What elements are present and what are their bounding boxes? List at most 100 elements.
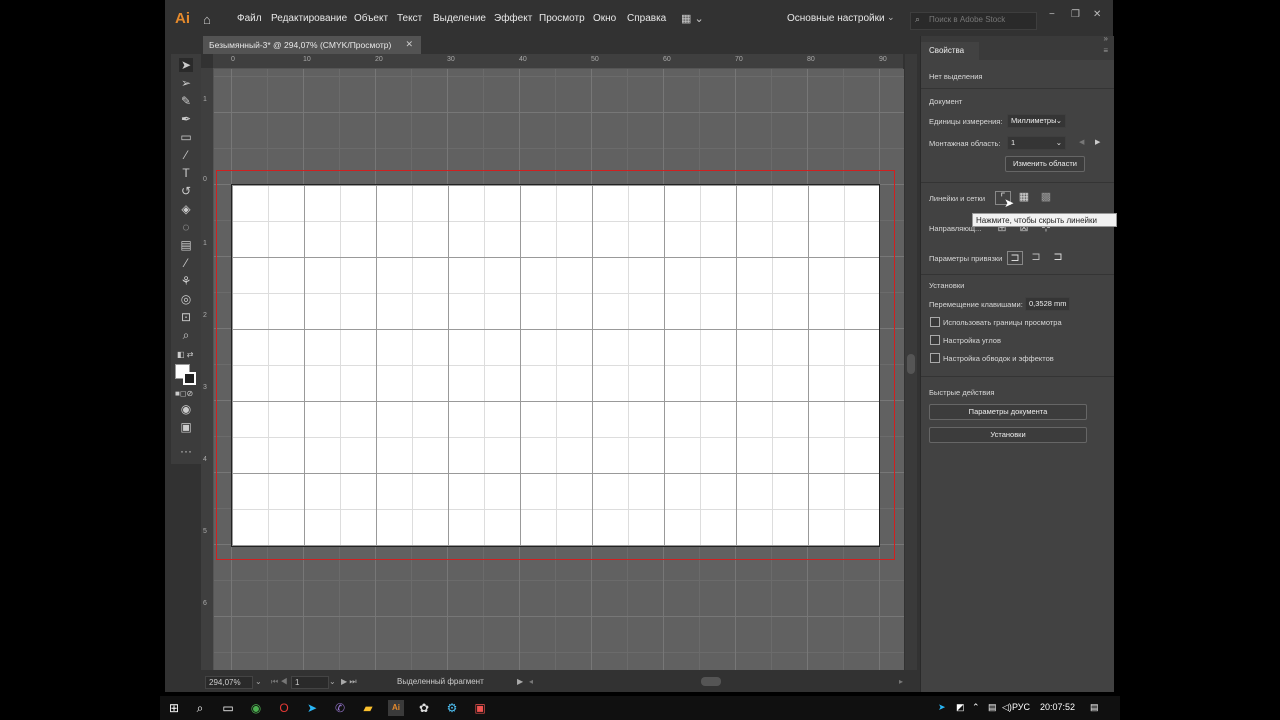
menu-effect[interactable]: Эффект	[494, 13, 532, 24]
scroll-left-icon[interactable]: ◂	[529, 677, 533, 686]
divider	[921, 88, 1114, 89]
chevron-down-icon[interactable]: ⌄	[329, 677, 336, 686]
arrange-documents-icon[interactable]: ▦ ⌄	[681, 12, 704, 25]
chevron-down-icon[interactable]: ⌄	[255, 677, 262, 686]
chrome-icon[interactable]: ◉	[248, 700, 264, 716]
close-window-button[interactable]: ✕	[1093, 9, 1101, 20]
artboard-tool-icon[interactable]: ⊡	[179, 310, 193, 324]
checkbox-label: Использовать границы просмотра	[943, 318, 1062, 327]
menu-file[interactable]: Файл	[237, 13, 262, 24]
paintbrush-tool-icon[interactable]: ⁄	[179, 148, 193, 162]
chevron-up-icon[interactable]: ⌃	[972, 702, 980, 713]
app-icon[interactable]: ✿	[416, 700, 432, 716]
blend-tool-icon[interactable]: ⚘	[179, 274, 193, 288]
workspace-switcher[interactable]: Основные настройки	[787, 13, 885, 24]
volume-icon[interactable]: ◁)	[1002, 702, 1012, 713]
notifications-icon[interactable]: ▤	[1090, 702, 1099, 713]
artboard-field[interactable]: 1	[291, 676, 329, 689]
snap-to-glyph-icon[interactable]: ⊐	[1051, 251, 1065, 263]
scroll-right-icon[interactable]: ▸	[899, 677, 903, 686]
minimize-button[interactable]: −	[1049, 9, 1055, 20]
menu-type[interactable]: Текст	[397, 13, 422, 24]
first-artboard-icon[interactable]: ⏮ ◀	[271, 677, 288, 687]
menu-select[interactable]: Выделение	[433, 13, 486, 24]
telegram-icon[interactable]: ➤	[304, 700, 320, 716]
illustrator-taskbar-icon[interactable]: Ai	[388, 700, 404, 716]
magic-wand-tool-icon[interactable]: ✎	[179, 94, 193, 108]
tab-properties[interactable]: Свойства	[921, 42, 979, 60]
collapse-panel-icon[interactable]: »	[1104, 34, 1108, 43]
maximize-button[interactable]: ❐	[1071, 9, 1080, 20]
pen-tool-icon[interactable]: ✒	[179, 112, 193, 126]
gradient-tool-icon[interactable]: ▤	[179, 238, 193, 252]
windows-start-icon[interactable]: ⊞	[166, 700, 182, 716]
document-tab[interactable]: Безымянный-3* @ 294,07% (CMYK/Просмотр) …	[203, 36, 421, 54]
artboard[interactable]	[231, 184, 880, 547]
menu-object[interactable]: Объект	[354, 13, 388, 24]
menu-window[interactable]: Окно	[593, 13, 616, 24]
file-explorer-icon[interactable]: ▰	[360, 700, 376, 716]
next-artboard-icon[interactable]: ▶ ⏭	[341, 677, 357, 687]
search-icon[interactable]: ⌕	[192, 700, 208, 716]
vertical-ruler[interactable]: 1 0 1 2 3 4 5 6	[201, 68, 214, 670]
input-language[interactable]: РУС	[1012, 702, 1030, 712]
eyedropper-tool-icon[interactable]: ⁄	[179, 256, 193, 270]
telegram-tray-icon[interactable]: ➤	[938, 702, 946, 713]
vertical-scrollbar[interactable]	[905, 54, 917, 670]
lasso-tool-icon[interactable]: ◌	[179, 220, 193, 234]
units-dropdown[interactable]: Миллиметры ⌄	[1007, 114, 1066, 128]
rotate-tool-icon[interactable]: ↺	[179, 184, 193, 198]
scrollbar-thumb[interactable]	[907, 354, 915, 374]
draw-mode-icon[interactable]: ◉	[179, 402, 193, 416]
ruler-label: 20	[375, 56, 383, 63]
checkbox-preview-bounds[interactable]	[930, 317, 940, 327]
horizontal-ruler[interactable]: 0 10 20 30 40 50 60 70 80 90	[213, 54, 903, 69]
stroke-color-swatch[interactable]	[183, 372, 196, 385]
next-artboard-icon[interactable]: ▶	[1095, 138, 1100, 146]
screen-mode-icon[interactable]: ▣	[179, 420, 193, 434]
more-tools-icon[interactable]: ···	[179, 444, 193, 458]
play-icon[interactable]: ▶	[517, 677, 523, 686]
checkbox-scale-strokes[interactable]	[930, 353, 940, 363]
snap-to-point-icon[interactable]: ⊐	[1007, 251, 1023, 265]
snap-to-pixel-icon[interactable]: ⊐	[1029, 251, 1043, 263]
shape-builder-tool-icon[interactable]: ◎	[179, 292, 193, 306]
menu-view[interactable]: Просмотр	[539, 13, 585, 24]
panel-menu-icon[interactable]: ≡	[1103, 46, 1108, 55]
type-tool-icon[interactable]: T	[179, 166, 193, 180]
snap-options-label: Параметры привязки	[929, 254, 1003, 263]
zoom-field[interactable]: 294,07%	[205, 676, 253, 689]
eraser-tool-icon[interactable]: ◈	[179, 202, 193, 216]
direct-selection-tool-icon[interactable]: ➢	[179, 76, 193, 90]
close-tab-button[interactable]: ✕	[405, 39, 413, 50]
stock-search-input[interactable]: ⌕ Поиск в Adobe Stock	[910, 12, 1037, 30]
ruler-label: 0	[203, 176, 207, 183]
task-view-icon[interactable]: ▭	[220, 700, 236, 716]
ruler-label: 90	[879, 56, 887, 63]
app-icon[interactable]: ⚙	[444, 700, 460, 716]
viber-icon[interactable]: ✆	[332, 700, 348, 716]
artboard-dropdown[interactable]: 1 ⌄	[1007, 136, 1066, 150]
transparency-grid-icon[interactable]: ▩	[1039, 191, 1053, 203]
edit-artboards-button[interactable]: Изменить области	[1005, 156, 1085, 172]
horizontal-scrollbar-thumb[interactable]	[701, 677, 721, 686]
grid-toggle-icon[interactable]: ▦	[1017, 191, 1031, 203]
color-mode-icons[interactable]: ■◻⊘	[175, 389, 193, 398]
prev-artboard-icon[interactable]: ◀	[1079, 138, 1084, 146]
swap-colors-icon[interactable]: ◧ ⇄	[177, 350, 193, 359]
home-icon[interactable]: ⌂	[203, 12, 211, 27]
document-setup-button[interactable]: Параметры документа	[929, 404, 1087, 420]
checkbox-scale-corners[interactable]	[930, 335, 940, 345]
clock[interactable]: 20:07:52	[1040, 702, 1075, 712]
selection-tool-icon[interactable]: ➤	[179, 58, 193, 72]
network-icon[interactable]: ▤	[988, 702, 997, 713]
preferences-button[interactable]: Установки	[929, 427, 1087, 443]
menu-help[interactable]: Справка	[627, 13, 666, 24]
zoom-tool-icon[interactable]: ⌕	[179, 328, 193, 342]
keyboard-increment-field[interactable]: 0,3528 mm	[1025, 297, 1070, 311]
app-icon[interactable]: ▣	[472, 700, 488, 716]
tray-icon[interactable]: ◩	[956, 702, 965, 713]
opera-icon[interactable]: O	[276, 700, 292, 716]
menu-edit[interactable]: Редактирование	[271, 13, 347, 24]
rectangle-tool-icon[interactable]: ▭	[179, 130, 193, 144]
